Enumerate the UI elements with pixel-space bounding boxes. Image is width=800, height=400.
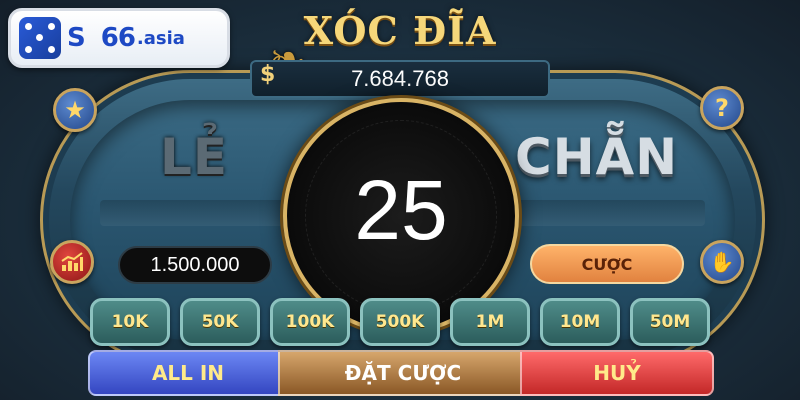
question-icon: ?: [715, 94, 729, 122]
bet-amount-display: 1.500.000: [118, 246, 272, 284]
star-icon: ★: [64, 96, 86, 124]
game-title: XÓC ĐĨA: [303, 8, 497, 53]
help-button[interactable]: ?: [700, 86, 744, 130]
balance-value: 7.684.768: [351, 66, 449, 91]
chip-1m[interactable]: 1M: [450, 298, 530, 346]
hand-button[interactable]: ✋: [700, 240, 744, 284]
chip-500k[interactable]: 500K: [360, 298, 440, 346]
hand-icon: ✋: [709, 250, 735, 274]
logo-number: 66: [100, 23, 136, 53]
all-in-button[interactable]: ALL IN: [88, 350, 288, 396]
bet-button[interactable]: CƯỢC: [530, 244, 684, 284]
chip-100k[interactable]: 100K: [270, 298, 350, 346]
stats-button[interactable]: [50, 240, 94, 284]
chip-50k[interactable]: 50K: [180, 298, 260, 346]
favorite-button[interactable]: ★: [53, 88, 97, 132]
dice-icon: [19, 17, 61, 59]
odd-bet-area[interactable]: LẺ: [160, 128, 260, 188]
chip-50m[interactable]: 50M: [630, 298, 710, 346]
currency-icon: $: [260, 62, 276, 87]
balance-display: $ 7.684.768: [250, 60, 550, 98]
chart-icon: [61, 252, 83, 271]
place-bet-button[interactable]: ĐẶT CƯỢC: [278, 350, 528, 396]
logo-domain: .asia: [136, 27, 185, 49]
chip-10k[interactable]: 10K: [90, 298, 170, 346]
even-bet-area[interactable]: CHẴN: [515, 128, 695, 188]
logo-brand: S: [67, 23, 86, 53]
brand-logo: S 66 .asia: [8, 8, 230, 68]
chip-10m[interactable]: 10M: [540, 298, 620, 346]
cancel-button[interactable]: HUỶ: [520, 350, 714, 396]
countdown-timer: 25: [354, 163, 448, 257]
